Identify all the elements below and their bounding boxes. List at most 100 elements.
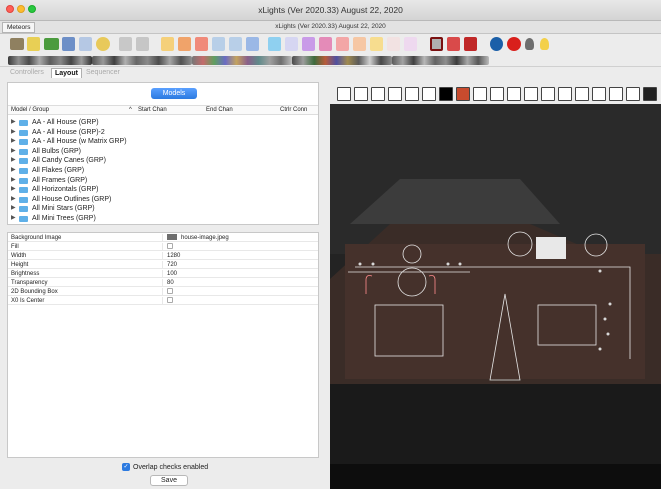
property-row[interactable]: Height 720 — [8, 261, 318, 269]
column-start-chan[interactable]: Start Chan — [138, 106, 167, 115]
image-model-icon[interactable] — [456, 87, 470, 101]
matrix-model-icon[interactable] — [490, 87, 504, 101]
tree-model-icon[interactable] — [592, 87, 606, 101]
expand-arrow-icon[interactable]: ▶ — [11, 185, 16, 194]
zoom-out-icon[interactable] — [447, 37, 460, 51]
window-frame-model-icon[interactable] — [609, 87, 623, 101]
pause-icon[interactable] — [178, 37, 191, 51]
expand-arrow-icon[interactable]: ▶ — [11, 195, 16, 204]
column-end-chan[interactable]: End Chan — [206, 106, 233, 115]
bulb-icon[interactable] — [370, 37, 383, 51]
effect-palette-strip-3[interactable] — [192, 56, 292, 65]
model-tree-row[interactable]: ▶ AA - All House (w Matrix GRP) — [8, 137, 318, 146]
effect-palette-strip-2[interactable] — [92, 56, 192, 65]
property-checkbox[interactable] — [167, 243, 173, 250]
expand-arrow-icon[interactable]: ▶ — [11, 176, 16, 185]
overlap-checks-toggle[interactable]: ✓ Overlap checks enabled — [122, 463, 208, 471]
expand-arrow-icon[interactable]: ▶ — [11, 147, 16, 156]
light-on-icon[interactable] — [540, 38, 549, 50]
zoom-in-icon[interactable] — [430, 37, 443, 51]
expand-arrow-icon[interactable]: ▶ — [11, 166, 16, 175]
grid-icon[interactable] — [285, 37, 298, 51]
candy-cane-model-icon[interactable] — [354, 87, 368, 101]
property-row[interactable]: 2D Bounding Box — [8, 288, 318, 296]
model-tree-row[interactable]: ▶ AA - All House (GRP)-2 — [8, 128, 318, 137]
property-row[interactable]: X0 Is Center — [8, 297, 318, 305]
star-icon[interactable] — [353, 37, 366, 51]
circle-model-icon[interactable] — [388, 87, 402, 101]
property-checkbox[interactable] — [167, 297, 173, 304]
model-tree-row[interactable]: ▶ All Candy Canes (GRP) — [8, 156, 318, 165]
property-value-cell[interactable]: 100 — [167, 270, 177, 278]
dmx-model-icon[interactable] — [439, 87, 453, 101]
model-tree-row[interactable]: ▶ All Mini Trees (GRP) — [8, 214, 318, 223]
import-model-icon[interactable] — [643, 87, 657, 101]
model-tree-row[interactable]: ▶ All Horizontals (GRP) — [8, 185, 318, 194]
checkmark-icon[interactable]: ✓ — [122, 463, 130, 471]
tab-controllers[interactable]: Controllers — [7, 68, 47, 78]
property-value-cell[interactable]: 1280 — [167, 252, 180, 260]
expand-arrow-icon[interactable]: ▶ — [11, 214, 16, 223]
poly-line-model-icon[interactable] — [524, 87, 538, 101]
property-value[interactable]: 100 — [167, 271, 177, 277]
effects-icon[interactable] — [302, 37, 315, 51]
property-value-cell[interactable] — [167, 297, 173, 305]
property-row[interactable]: Background Image house-image.jpeg — [8, 234, 318, 242]
property-value[interactable]: 80 — [167, 280, 174, 286]
expand-arrow-icon[interactable]: ▶ — [11, 137, 16, 146]
property-row[interactable]: Width 1280 — [8, 252, 318, 260]
property-value[interactable]: 720 — [167, 262, 177, 268]
new-file-icon[interactable] — [27, 37, 40, 51]
property-value-cell[interactable]: house-image.jpeg — [167, 234, 229, 242]
save-button[interactable]: Save — [150, 475, 188, 486]
effect-palette-strip-4[interactable] — [292, 56, 392, 65]
column-model-group[interactable]: Model / Group — [11, 106, 49, 115]
model-tree-row[interactable]: ▶ All Frames (GRP) — [8, 176, 318, 185]
property-row[interactable]: Fill — [8, 243, 318, 251]
effect-palette-strip-5[interactable] — [392, 56, 489, 65]
export-icon[interactable] — [464, 37, 477, 51]
render-icon[interactable] — [119, 37, 132, 51]
cube-model-icon[interactable] — [405, 87, 419, 101]
help-icon[interactable] — [490, 37, 503, 51]
model-tree-row[interactable]: ▶ All Flakes (GRP) — [8, 166, 318, 175]
single-line-model-icon[interactable] — [507, 87, 521, 101]
balloon-icon[interactable] — [387, 37, 400, 51]
fast-forward-icon[interactable] — [229, 37, 242, 51]
effect-palette-strip-1[interactable] — [8, 56, 92, 65]
light-off-icon[interactable] — [525, 38, 534, 50]
new-sequence-icon[interactable] — [10, 38, 24, 50]
expand-arrow-icon[interactable]: ▶ — [11, 118, 16, 127]
save-icon[interactable] — [62, 37, 75, 51]
record-icon[interactable] — [507, 37, 521, 51]
property-value[interactable]: 1280 — [167, 253, 180, 259]
replay-icon[interactable] — [246, 37, 259, 51]
property-value-cell[interactable] — [167, 243, 173, 251]
pane-splitter[interactable] — [319, 82, 330, 489]
icicles-model-icon[interactable] — [473, 87, 487, 101]
property-value-cell[interactable] — [167, 288, 173, 296]
property-row[interactable]: Brightness 100 — [8, 270, 318, 278]
model-tree-row[interactable]: ▶ All House Outlines (GRP) — [8, 195, 318, 204]
settings-icon[interactable] — [96, 37, 110, 51]
column-ctrlr-conn[interactable]: Ctrlr Conn — [280, 106, 307, 115]
property-value-cell[interactable]: 80 — [167, 279, 174, 287]
expand-arrow-icon[interactable]: ▶ — [11, 128, 16, 137]
stop-icon[interactable] — [195, 37, 208, 51]
property-checkbox[interactable] — [167, 288, 173, 295]
play-icon[interactable] — [161, 37, 174, 51]
rewind-icon[interactable] — [212, 37, 225, 51]
spinner-model-icon[interactable] — [558, 87, 572, 101]
warning-icon[interactable] — [336, 37, 349, 51]
custom-model-icon[interactable] — [422, 87, 436, 101]
property-value-cell[interactable]: 720 — [167, 261, 177, 269]
channel-block-model-icon[interactable] — [371, 87, 385, 101]
arch-model-icon[interactable] — [337, 87, 351, 101]
test-lights-icon[interactable] — [268, 37, 281, 51]
model-tree-row[interactable]: ▶ AA - All House (GRP) — [8, 118, 318, 127]
copy-icon[interactable] — [319, 37, 332, 51]
expand-arrow-icon[interactable]: ▶ — [11, 204, 16, 213]
open-folder-icon[interactable] — [44, 38, 59, 50]
tab-sequencer[interactable]: Sequencer — [83, 68, 123, 78]
layout-preview-canvas[interactable] — [330, 104, 661, 489]
